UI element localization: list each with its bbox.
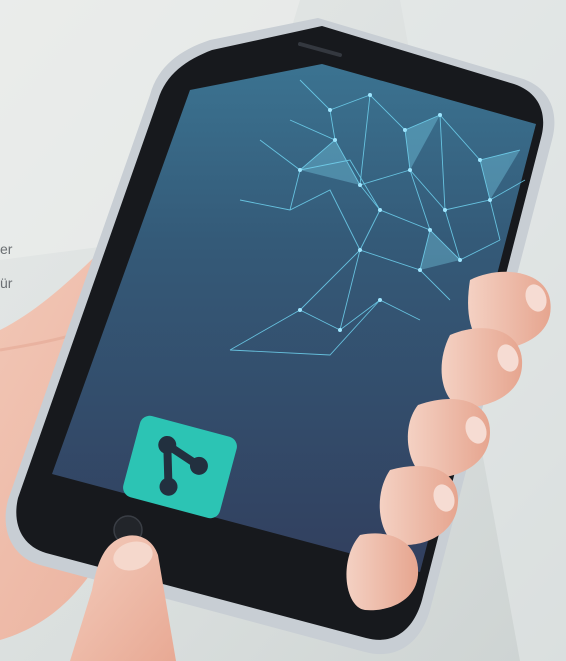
partial-side-text: er ür <box>0 232 12 300</box>
side-text-line-1: er <box>0 241 13 257</box>
photo-illustration <box>0 0 566 661</box>
side-text-line-2: ür <box>0 275 13 291</box>
photo-scene: er ür <box>0 0 566 661</box>
